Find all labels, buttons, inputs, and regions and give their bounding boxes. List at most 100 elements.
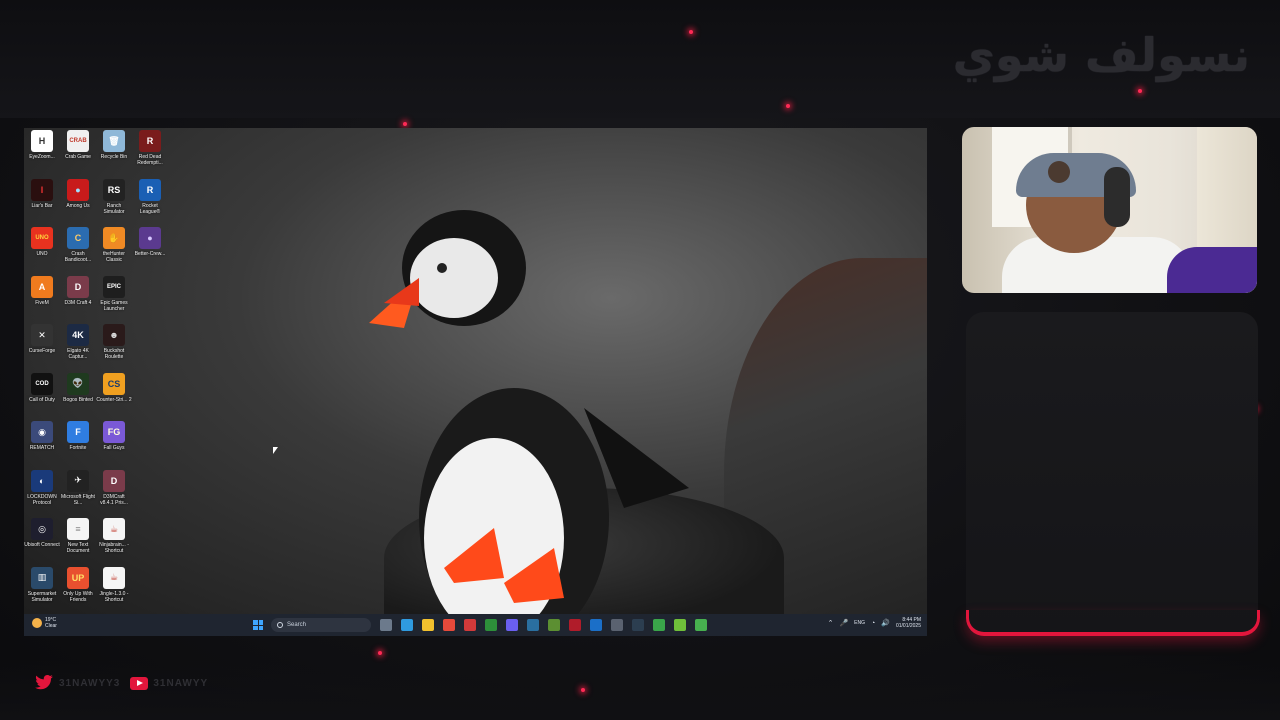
desktop-icon-label: Call of Duty: [29, 396, 55, 403]
app-icon: H: [31, 130, 53, 152]
desktop-icon-label: D3M Craft 4: [64, 299, 92, 306]
desktop-icon[interactable]: COD Call of Duty: [24, 372, 60, 403]
app-icon: FG: [103, 421, 125, 443]
desktop-icon[interactable]: I Liar's Bar: [24, 178, 60, 209]
edge-icon[interactable]: [401, 619, 413, 631]
desktop-icon[interactable]: ✕ CurseForge: [24, 324, 60, 354]
glow-dot: [403, 122, 407, 126]
desktop-icon[interactable]: UP Only Up With Friends: [60, 566, 96, 603]
app-icon-dark-red[interactable]: [569, 619, 581, 631]
desktop-icon[interactable]: 🗑 Recycle Bin: [96, 130, 132, 160]
desktop-icon[interactable]: 👽 Bogos Binted: [60, 372, 96, 403]
system-tray: ⌃ 🎤 ENG ◔ 🔊 8:44 PM 01/01/2025: [828, 617, 921, 629]
minecraft-icon[interactable]: [548, 619, 560, 631]
desktop-icon[interactable]: C Crash Bandicoot...: [60, 227, 96, 263]
youtube-icon: [130, 676, 149, 690]
desktop-screen: H EyeZoom... CRAB Crab Game 🗑 Recycle Bin R Red…: [24, 128, 927, 636]
xbox-icon[interactable]: [485, 619, 497, 631]
desktop-icon[interactable]: ≡ New Text Document: [60, 518, 96, 554]
weather-icon: [32, 618, 42, 628]
app-icon: 👽: [67, 372, 89, 395]
volume-icon[interactable]: 🔊: [881, 619, 890, 627]
desktop-icon[interactable]: ▥ Supermarket Simulator: [24, 566, 60, 603]
desktop-icon[interactable]: D D3MCraft v8.4.1 Pris...: [96, 469, 132, 506]
outlook-icon[interactable]: [590, 619, 602, 631]
weather-condition: Clear: [45, 623, 57, 629]
twitter-link: 31NAWYY3: [34, 675, 120, 691]
desktop-icon-label: Fall Guys: [103, 445, 125, 451]
app-icon: EPIC: [103, 275, 125, 298]
app-icon: ☕: [103, 518, 125, 540]
desktop-icon[interactable]: FG Fall Guys: [96, 421, 132, 451]
desktop-icon-label: Counter-Stri... 2: [96, 396, 132, 403]
desktop-icon[interactable]: R Red Dead Redempti...: [132, 130, 168, 166]
app-icon-green-2[interactable]: [695, 619, 707, 631]
start-icon[interactable]: [253, 620, 263, 630]
mouse-cursor: [273, 447, 278, 454]
desktop-icon-label: CurseForge: [28, 348, 56, 354]
desktop-icon-label: Liar's Bar: [31, 202, 53, 209]
desktop-icon[interactable]: CRAB Crab Game: [60, 130, 96, 160]
app-icon: ☻: [103, 324, 125, 346]
desktop-icon[interactable]: ✋ theHunter Classic: [96, 227, 132, 263]
app-icon: ✋: [103, 227, 125, 249]
desktop-icon[interactable]: A FiveM: [24, 275, 60, 306]
desktop-icon[interactable]: RS Ranch Simulator: [96, 178, 132, 215]
desktop-icon[interactable]: F Fortnite: [60, 421, 96, 451]
social-links: 31NAWYY3 31NAWYY: [34, 675, 208, 691]
app-icon-green[interactable]: [653, 619, 665, 631]
desktop-icon-label: New Text Document: [66, 542, 90, 554]
desktop-icon[interactable]: ☻ Buckshot Roulette: [96, 324, 132, 360]
app-icon-red[interactable]: [464, 619, 476, 631]
desktop-icon[interactable]: D D3M Craft 4: [60, 275, 96, 306]
desktop-icon[interactable]: ◎ Ubisoft Connect: [24, 518, 60, 548]
desktop-icon[interactable]: ◉ REMATCH: [24, 421, 60, 451]
desktop-icon-label: Only Up With Friends: [63, 590, 93, 603]
desktop-icon-label: Bogos Binted: [63, 396, 93, 403]
desktop-icon[interactable]: 4K Elgato 4K Captur...: [60, 324, 96, 360]
app-icon: RS: [103, 178, 125, 201]
app-icon-gray[interactable]: [611, 619, 623, 631]
clock[interactable]: 8:44 PM 01/01/2025: [896, 617, 921, 629]
desktop-icon[interactable]: ☕ Ninjabrain... - Shortcut: [96, 518, 132, 554]
language-indicator[interactable]: ENG: [854, 620, 865, 626]
desktop-icon-label: Jingle-1.3.0 - Shortcut: [99, 590, 129, 603]
desktop-icon-label: Rocket League®: [139, 202, 161, 215]
desktop-icon[interactable]: CS Counter-Stri... 2: [96, 372, 132, 403]
task-view-icon[interactable]: [380, 619, 392, 631]
clock-date: 01/01/2025: [895, 623, 921, 629]
app-icon: ✕: [31, 324, 53, 346]
chrome-icon[interactable]: [443, 619, 455, 631]
desktop-icon-label: D3MCraft v8.4.1 Pris...: [100, 493, 128, 506]
weather-widget[interactable]: 19°C Clear: [32, 617, 57, 629]
desktop-icon[interactable]: ◐ LOCKDOWN Protocol: [24, 469, 60, 506]
app-icon: 4K: [67, 324, 89, 346]
desktop-icon[interactable]: ● Among Us: [60, 178, 96, 209]
search-placeholder: Search: [287, 622, 307, 628]
desktop-icon[interactable]: ☕ Jingle-1.3.0 - Shortcut: [96, 566, 132, 603]
desktop-icon[interactable]: ✈ Microsoft Flight Si...: [60, 469, 96, 506]
desktop-icon[interactable]: UNO UNO: [24, 227, 60, 257]
desktop-icon[interactable]: H EyeZoom...: [24, 130, 60, 160]
app-icon: D: [67, 275, 89, 298]
elgato-icon[interactable]: [632, 619, 644, 631]
chevron-up-icon[interactable]: ⌃: [828, 619, 834, 627]
app-icon: CRAB: [67, 130, 89, 152]
discord-icon[interactable]: [506, 619, 518, 631]
app-icon-lime[interactable]: [674, 619, 686, 631]
desktop-icon[interactable]: ● Better-Crew...: [132, 227, 168, 257]
microphone-icon[interactable]: 🎤: [839, 619, 848, 627]
file-explorer-icon[interactable]: [422, 619, 434, 631]
app-icon: I: [31, 178, 53, 201]
app-icon: ▥: [31, 566, 53, 589]
steam-icon[interactable]: [527, 619, 539, 631]
wifi-icon[interactable]: ◔: [871, 620, 875, 627]
taskbar-search[interactable]: Search: [271, 618, 371, 632]
desktop-icon-label: Among Us: [66, 202, 90, 209]
desktop-icon[interactable]: EPIC Epic Games Launcher: [96, 275, 132, 312]
desktop-icon[interactable]: R Rocket League®: [132, 178, 168, 215]
app-icon: D: [103, 469, 125, 492]
chat-panel: [966, 312, 1258, 634]
desktop-icon-label: Crash Bandicoot...: [64, 251, 92, 263]
glow-dot: [1138, 89, 1142, 93]
